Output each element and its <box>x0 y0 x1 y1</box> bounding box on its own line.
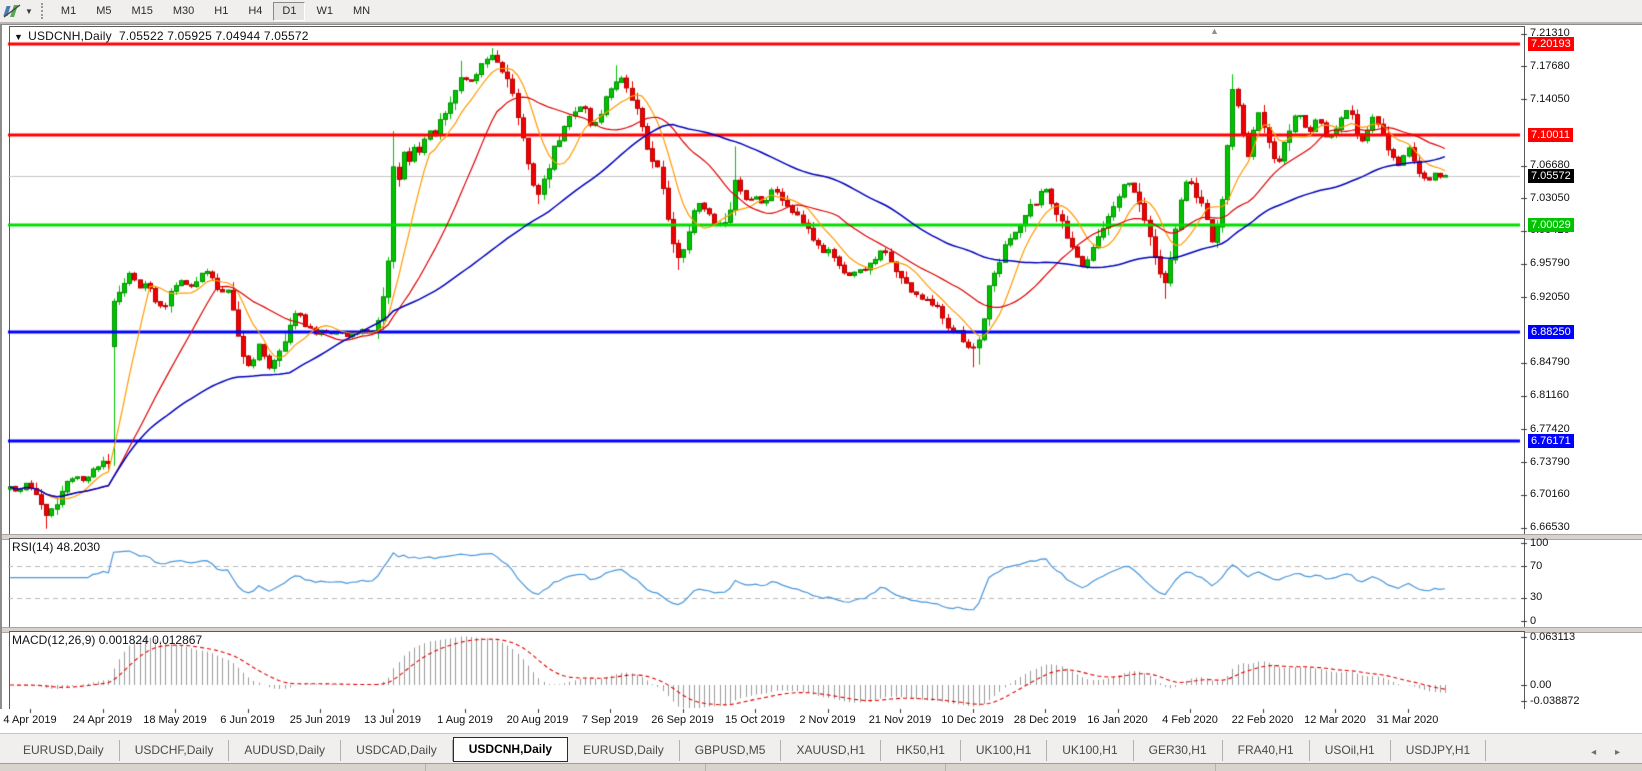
chart-window <box>0 24 1642 764</box>
macd-axis-tick: 0.063113 <box>1530 631 1575 643</box>
macd-axis-tick: -0.038872 <box>1530 695 1580 707</box>
timeframe-button-m5[interactable]: M5 <box>87 2 120 21</box>
macd-indicator-label: MACD(12,26,9) 0.001824 0.012867 <box>12 633 202 647</box>
chart-tab-usdchf-daily[interactable]: USDCHF,Daily <box>120 740 230 761</box>
chart-quote-ohlc: 7.05522 7.05925 7.04944 7.05572 <box>119 29 309 43</box>
price-axis-tick: 6.66530 <box>1530 521 1570 533</box>
chart-tab-gbpusd-m5[interactable]: GBPUSD,M5 <box>680 740 782 761</box>
chart-template-icon[interactable] <box>3 3 23 19</box>
price-axis-tick: 7.14050 <box>1530 93 1570 105</box>
chart-tab-audusd-daily[interactable]: AUDUSD,Daily <box>229 740 341 761</box>
tab-scroll-arrows[interactable]: ◂ ▸ <box>1591 747 1628 758</box>
date-axis-label: 25 Jun 2019 <box>290 714 351 726</box>
date-axis-label: 20 Aug 2019 <box>507 714 569 726</box>
chart-tab-uk100-h1[interactable]: UK100,H1 <box>961 740 1047 761</box>
price-axis-tick: 6.84790 <box>1530 356 1570 368</box>
rsi-axis-tick: 30 <box>1530 591 1542 603</box>
macd-axis-tick: 0.00 <box>1530 679 1551 691</box>
date-axis-label: 16 Jan 2020 <box>1087 714 1148 726</box>
timeframe-buttons: M1M5M15M30H1H4D1W1MN <box>51 2 380 21</box>
chart-tab-usdcad-daily[interactable]: USDCAD,Daily <box>341 740 453 761</box>
rsi-axis-tick: 100 <box>1530 537 1548 549</box>
chart-tab-eurusd-daily[interactable]: EURUSD,Daily <box>8 740 120 761</box>
timeframe-button-d1[interactable]: D1 <box>273 2 305 21</box>
date-axis-label: 4 Apr 2019 <box>3 714 56 726</box>
date-axis-label: 21 Nov 2019 <box>869 714 931 726</box>
current-price-badge: 7.05572 <box>1528 169 1574 183</box>
chart-tab-eurusd-daily[interactable]: EURUSD,Daily <box>568 740 680 761</box>
price-axis-tick: 7.17680 <box>1530 60 1570 72</box>
toolbar-grip[interactable] <box>41 3 43 19</box>
date-axis-label: 2 Nov 2019 <box>799 714 855 726</box>
price-axis-tick: 6.95790 <box>1530 257 1570 269</box>
timeframe-toolbar: ▼ M1M5M15M30H1H4D1W1MN <box>0 0 1642 24</box>
chart-tab-usoil-h1[interactable]: USOil,H1 <box>1310 740 1391 761</box>
timeframe-button-m15[interactable]: M15 <box>122 2 161 21</box>
chart-tab-xauusd-h1[interactable]: XAUUSD,H1 <box>781 740 881 761</box>
rsi-indicator-label: RSI(14) 48.2030 <box>12 540 100 554</box>
collapse-triangle-icon[interactable]: ▼ <box>14 32 23 42</box>
date-axis-label: 6 Jun 2019 <box>220 714 274 726</box>
date-axis-label: 12 Mar 2020 <box>1304 714 1366 726</box>
chart-tab-usdjpy-h1[interactable]: USDJPY,H1 <box>1391 740 1486 761</box>
chart-symbol-period: USDCNH,Daily <box>28 29 112 43</box>
date-axis-label: 18 May 2019 <box>143 714 207 726</box>
price-axis-tick: 6.70160 <box>1530 488 1570 500</box>
date-axis-label: 13 Jul 2019 <box>364 714 421 726</box>
macd-pane[interactable] <box>9 631 1525 712</box>
timeframe-button-h1[interactable]: H1 <box>205 2 237 21</box>
date-axis-label: 7 Sep 2019 <box>582 714 638 726</box>
timeframe-button-m1[interactable]: M1 <box>52 2 85 21</box>
timeframe-button-h4[interactable]: H4 <box>239 2 271 21</box>
scroll-up-arrow-icon[interactable]: ▲ <box>1210 26 1219 36</box>
chart-tab-fra40-h1[interactable]: FRA40,H1 <box>1223 740 1310 761</box>
chart-title[interactable]: ▼ USDCNH,Daily 7.05522 7.05925 7.04944 7.… <box>14 29 309 43</box>
toolbar-dropdown-caret-icon[interactable]: ▼ <box>25 7 33 16</box>
date-axis-label: 22 Feb 2020 <box>1232 714 1294 726</box>
price-level-badge: 7.20193 <box>1528 37 1574 51</box>
date-axis-label: 1 Aug 2019 <box>437 714 493 726</box>
timeframe-button-w1[interactable]: W1 <box>307 2 342 21</box>
date-axis-label: 15 Oct 2019 <box>725 714 785 726</box>
date-axis-label: 31 Mar 2020 <box>1377 714 1439 726</box>
rsi-pane[interactable] <box>9 538 1525 629</box>
timeframe-button-mn[interactable]: MN <box>344 2 379 21</box>
chart-tab-ger30-h1[interactable]: GER30,H1 <box>1134 740 1223 761</box>
mt4-terminal: ▼ M1M5M15M30H1H4D1W1MN ▼ USDCNH,Daily 7.0… <box>0 0 1642 770</box>
rsi-axis-tick: 0 <box>1530 615 1536 627</box>
date-axis-label: 10 Dec 2019 <box>941 714 1003 726</box>
price-axis-tick: 6.73790 <box>1530 456 1570 468</box>
date-axis-label: 28 Dec 2019 <box>1014 714 1076 726</box>
price-level-badge: 6.88250 <box>1528 325 1574 339</box>
rsi-axis-tick: 70 <box>1530 560 1542 572</box>
price-axis-tick: 7.03050 <box>1530 192 1570 204</box>
chart-tab-bar: EURUSD,DailyUSDCHF,DailyAUDUSD,DailyUSDC… <box>0 733 1642 764</box>
date-axis-label: 4 Feb 2020 <box>1162 714 1218 726</box>
chart-tab-uk100-h1[interactable]: UK100,H1 <box>1047 740 1133 761</box>
price-pane[interactable] <box>9 26 1525 536</box>
price-axis-tick: 6.92050 <box>1530 291 1570 303</box>
chart-tab-usdcnh-daily[interactable]: USDCNH,Daily <box>453 737 568 762</box>
price-level-badge: 7.10011 <box>1528 128 1573 142</box>
price-level-badge: 7.00029 <box>1528 218 1574 232</box>
price-axis-tick: 6.81160 <box>1530 389 1569 401</box>
date-axis-label: 26 Sep 2019 <box>651 714 713 726</box>
price-level-badge: 6.76171 <box>1528 434 1574 448</box>
chart-tab-hk50-h1[interactable]: HK50,H1 <box>881 740 961 761</box>
date-axis-label: 24 Apr 2019 <box>73 714 132 726</box>
timeframe-button-m30[interactable]: M30 <box>164 2 203 21</box>
